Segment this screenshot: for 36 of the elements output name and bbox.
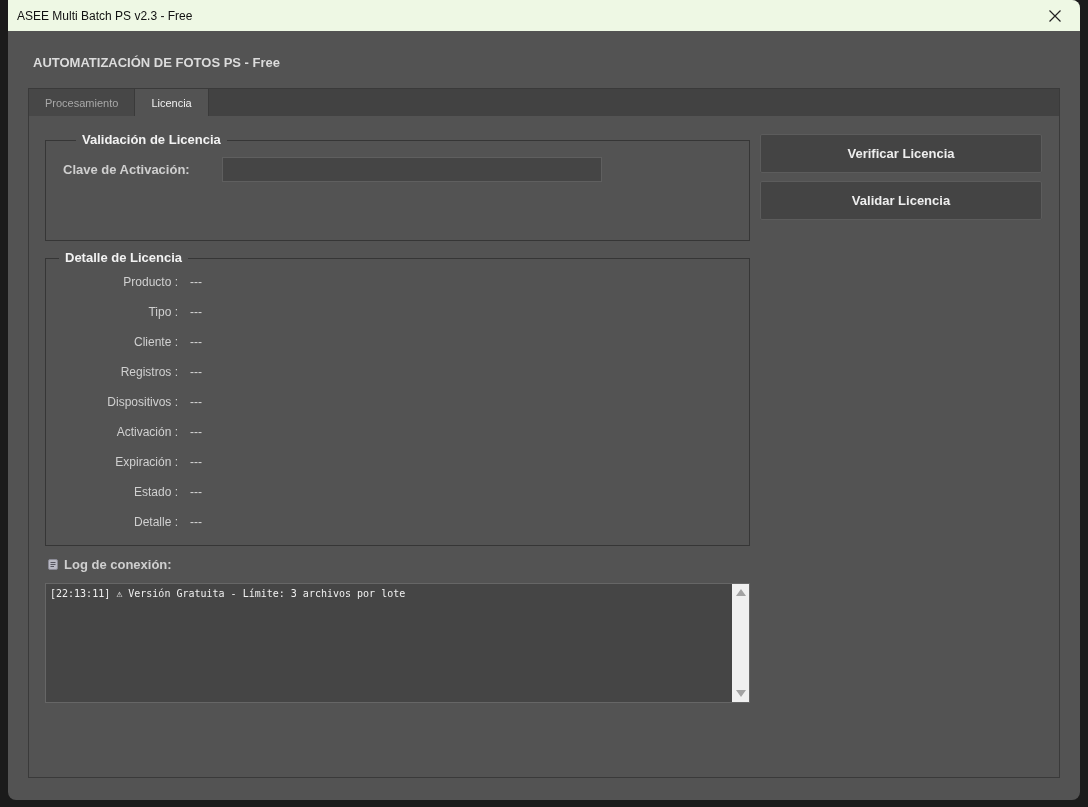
up-arrow-icon[interactable] [735,589,746,596]
detail-label: Estado : [132,485,178,499]
action-button[interactable]: Verificar Licencia [760,134,1042,173]
detail-value: --- [190,305,202,319]
detail-label: Detalle : [132,515,178,529]
detail-label: Registros : [119,365,178,379]
action-button[interactable]: Validar Licencia [760,181,1042,220]
log-label: Log de conexión: [64,556,172,572]
group-title: Detalle de Licencia [64,250,184,266]
detail-value: --- [190,335,202,349]
detail-value: --- [190,365,202,379]
detail-value: --- [190,275,202,289]
detail-label: Cliente : [132,335,178,349]
tab[interactable]: Procesamiento [29,89,136,116]
app-heading: AUTOMATIZACIÓN DE FOTOS PS - Free [33,55,281,71]
group-title: Validación de Licencia [81,132,222,148]
detail-label: Tipo : [147,305,178,319]
detail-label: Dispositivos : [106,395,178,409]
log-line: [22:13:11] ⚠ Versión Gratuita - Límite: 3 archivos por lote [50,587,406,601]
detail-value: --- [190,485,202,499]
detail-value: --- [190,455,202,469]
close-icon [1049,9,1061,22]
log-area[interactable]: [22:13:11] ⚠ Versión Gratuita - Límite: 3 archivos por lote [45,583,750,703]
detail-label: Expiración : [114,455,178,469]
detail-value: --- [190,395,202,409]
detail-value: --- [190,425,202,439]
field-label: Clave de Activación: [63,162,191,177]
activation-key-field[interactable] [222,157,602,182]
down-arrow-icon[interactable] [735,690,746,697]
scrollbar[interactable] [732,584,749,702]
detail-value: --- [190,515,202,529]
detail-label: Activación : [115,425,178,439]
document-icon [48,558,58,570]
detail-label: Producto : [122,275,178,289]
tab[interactable]: Licencia [135,89,209,116]
window-title: ASEE Multi Batch PS v2.3 - Free [17,8,193,23]
